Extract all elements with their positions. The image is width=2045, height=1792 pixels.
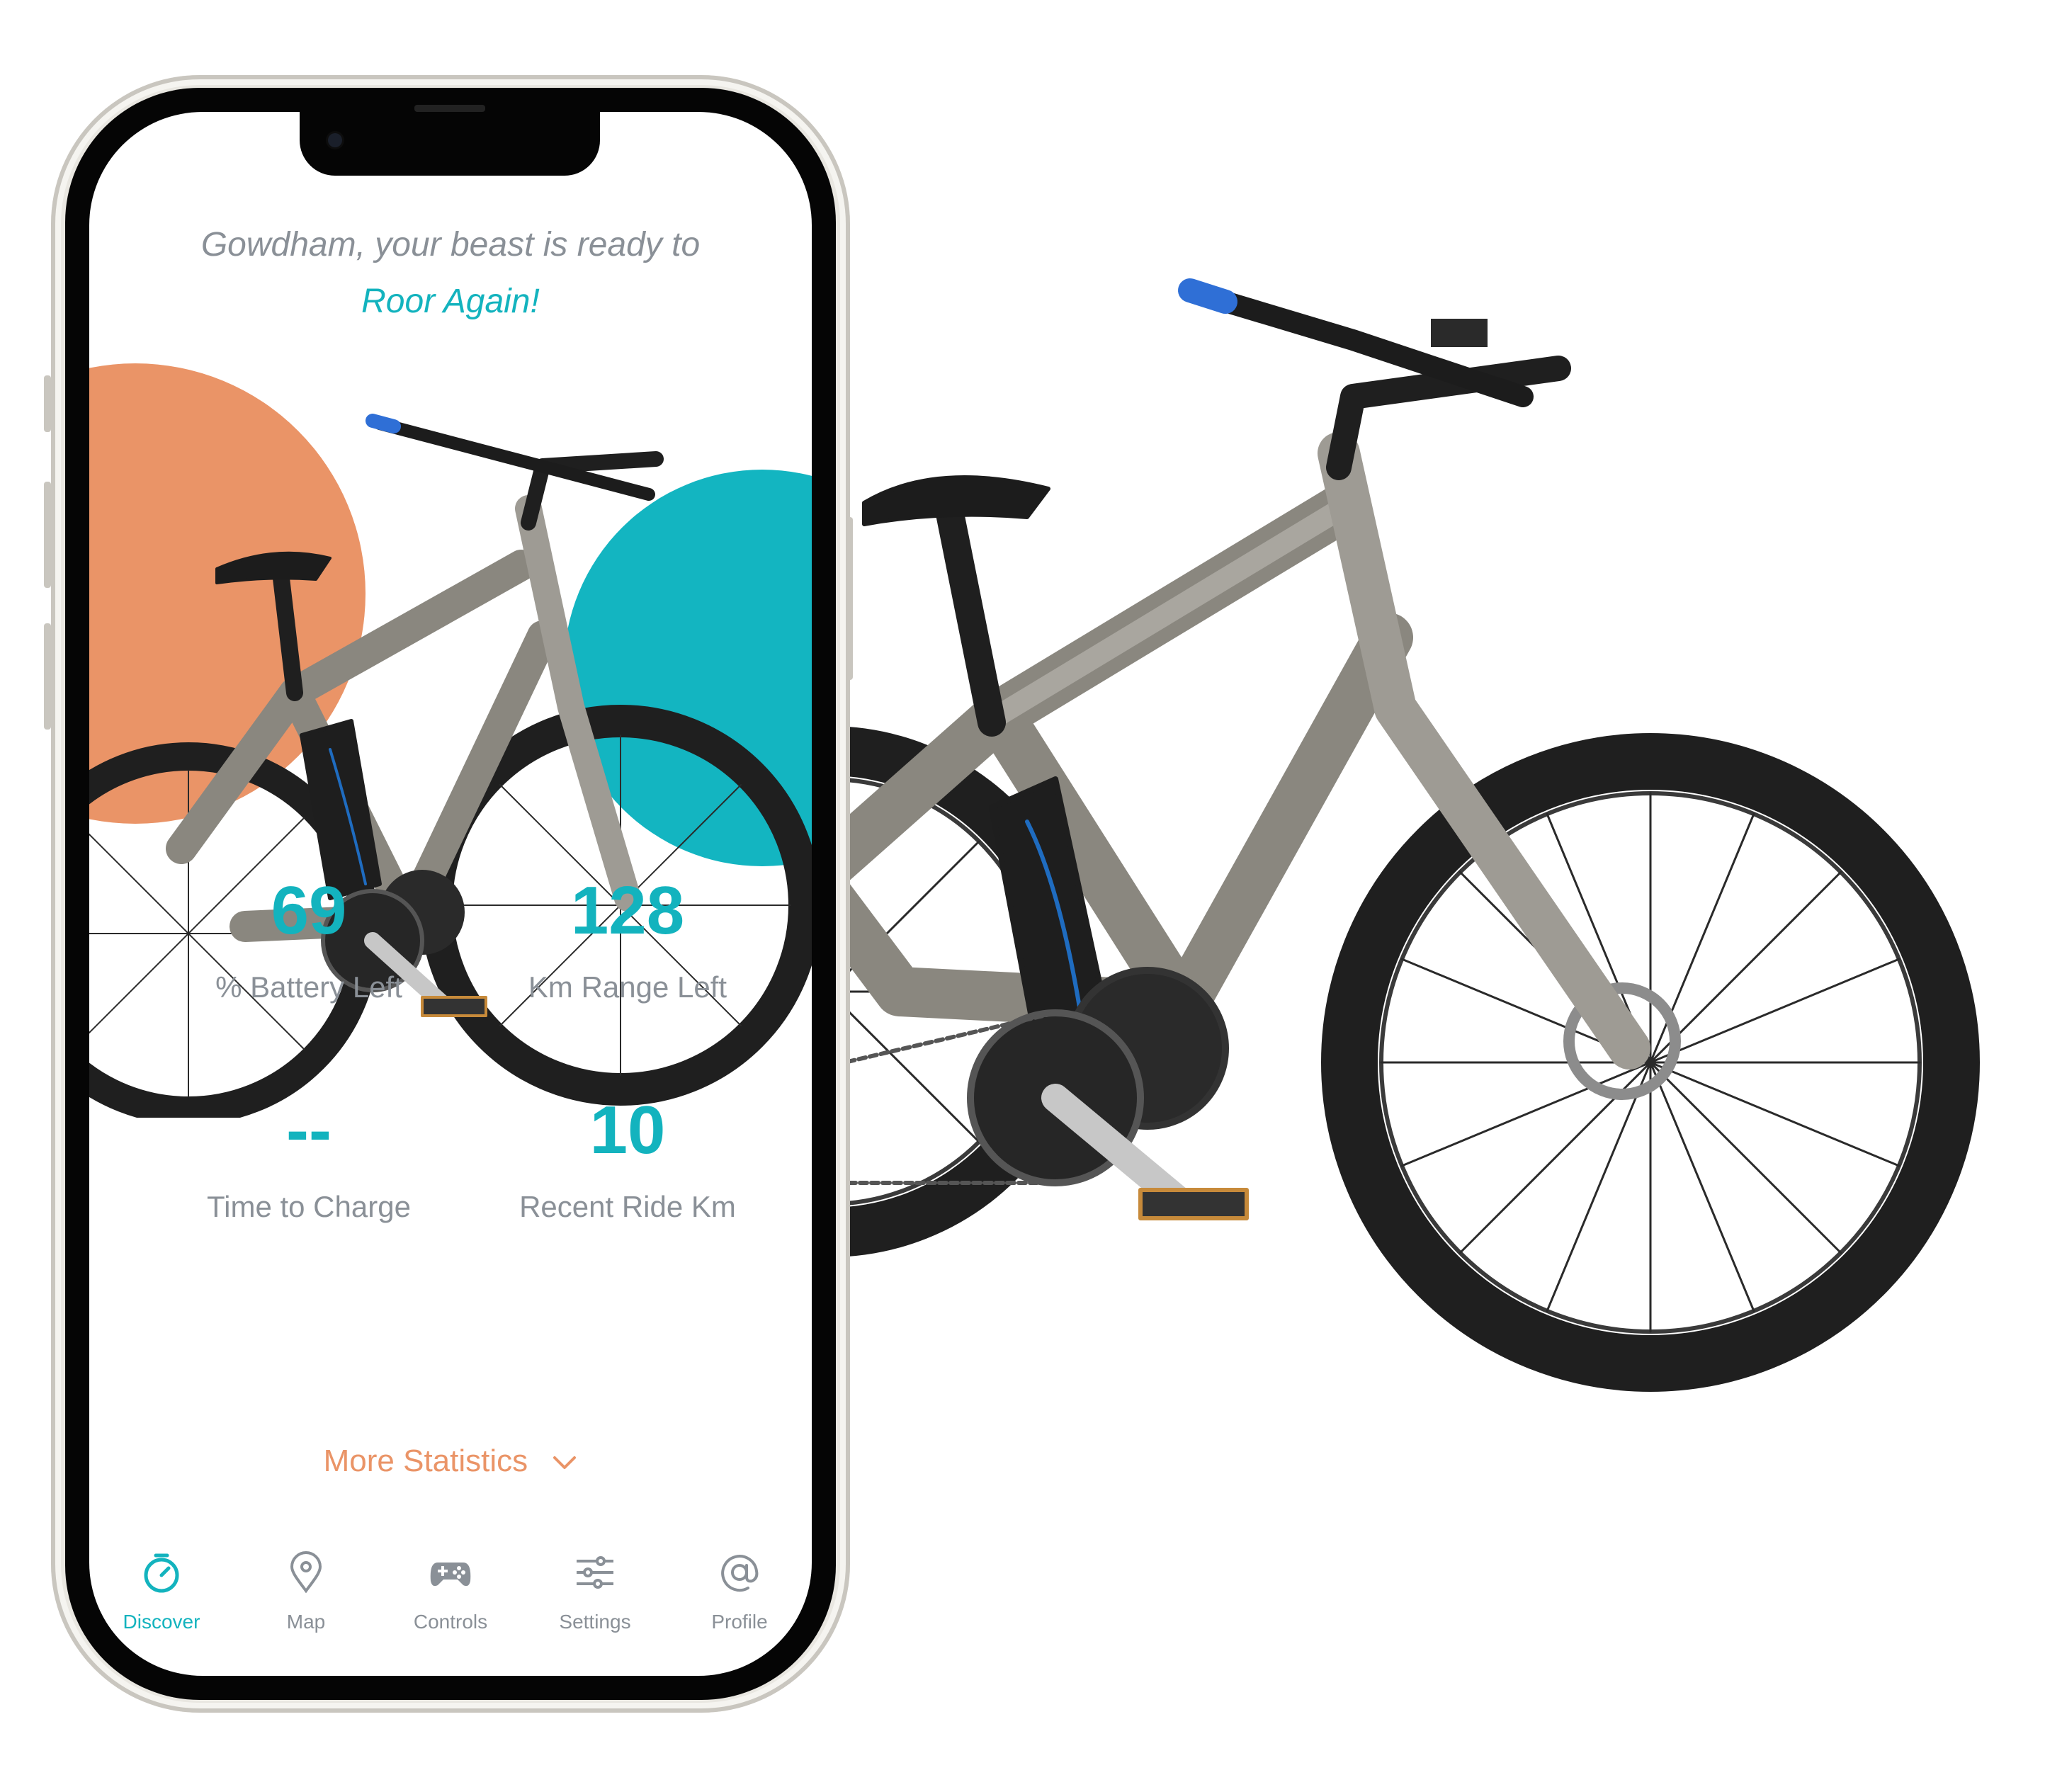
phone-side-button — [44, 375, 51, 432]
range-value: 128 — [570, 873, 685, 948]
greeting-text: Gowdham, your beast is ready to — [200, 226, 701, 263]
charge-time-stat: -- Time to Charge — [167, 1096, 451, 1224]
charge-time-value: -- — [286, 1092, 332, 1168]
battery-stat: 69 % Battery Left — [167, 877, 451, 1004]
tab-settings-label: Settings — [559, 1611, 631, 1633]
speaker-grille — [414, 105, 485, 112]
phone-power-button — [846, 517, 853, 680]
tab-controls[interactable]: Controls — [378, 1550, 523, 1663]
more-statistics-button[interactable]: More Statistics — [89, 1444, 812, 1479]
tab-profile[interactable]: Profile — [667, 1550, 812, 1663]
hero-bike-image — [815, 278, 1980, 1392]
bottom-tab-bar: Discover Map Controls Settings Profile — [89, 1550, 812, 1663]
phone-volume-up-button — [44, 482, 51, 588]
phone-notch — [300, 105, 600, 176]
range-label: Km Range Left — [528, 970, 727, 1004]
battery-label: % Battery Left — [215, 970, 402, 1004]
range-stat: 128 Km Range Left — [486, 877, 769, 1004]
recent-ride-label: Recent Ride Km — [519, 1190, 736, 1223]
stopwatch-icon — [144, 1553, 179, 1593]
tab-controls-label: Controls — [413, 1611, 488, 1633]
phone-volume-down-button — [44, 623, 51, 730]
battery-value: 69 — [271, 873, 347, 948]
tab-map[interactable]: Map — [234, 1550, 378, 1663]
recent-ride-stat: 10 Recent Ride Km — [486, 1096, 769, 1224]
charge-time-label: Time to Charge — [207, 1190, 411, 1223]
greeting-highlight: Roor Again! — [361, 283, 540, 320]
chevron-down-icon — [553, 1456, 577, 1470]
more-statistics-label: More Statistics — [323, 1444, 528, 1478]
app-screen: Gowdham, your beast is ready to Roor Aga… — [89, 112, 812, 1676]
tab-profile-label: Profile — [711, 1611, 768, 1633]
tab-settings[interactable]: Settings — [523, 1550, 667, 1663]
sliders-icon — [577, 1556, 613, 1589]
tab-discover[interactable]: Discover — [89, 1550, 234, 1663]
recent-ride-value: 10 — [589, 1092, 666, 1168]
tab-discover-label: Discover — [123, 1611, 200, 1633]
camera-icon — [328, 133, 342, 147]
gamepad-icon — [430, 1563, 471, 1587]
map-pin-icon — [290, 1551, 322, 1594]
at-sign-icon — [721, 1555, 759, 1592]
tab-map-label: Map — [286, 1611, 326, 1633]
